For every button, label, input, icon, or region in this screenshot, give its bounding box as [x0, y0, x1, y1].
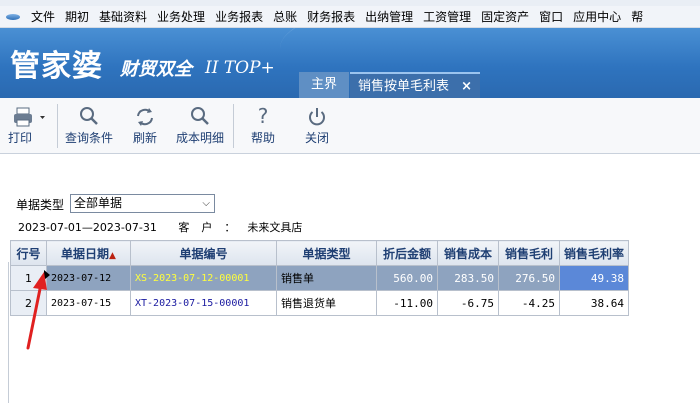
app-logo-icon: [6, 12, 22, 22]
col-header-date[interactable]: 单据日期▲: [46, 240, 131, 266]
print-button[interactable]: 打印: [4, 104, 52, 150]
query-label: 查询条件: [64, 131, 113, 145]
menu-file[interactable]: 文件: [26, 6, 60, 28]
menu-initial[interactable]: 期初: [60, 6, 94, 28]
brand-version: II TOP+: [205, 58, 275, 78]
cell-rate[interactable]: 49.38: [558, 265, 630, 291]
cell-type[interactable]: 销售退货单: [276, 290, 377, 316]
cell-date[interactable]: 2023-07-12: [46, 265, 131, 291]
cell-code[interactable]: XT-2023-07-15-00001: [130, 290, 277, 316]
tab-home[interactable]: 主界面: [299, 72, 349, 98]
table-row[interactable]: 1 2023-07-12 XS-2023-07-12-00001 销售单 560…: [10, 265, 630, 291]
cell-cost[interactable]: 283.50: [437, 265, 499, 291]
help-label: 帮助: [250, 131, 275, 145]
customer-label: 客户：: [178, 221, 248, 234]
cell-amount[interactable]: 560.00: [376, 265, 438, 291]
menu-business-report[interactable]: 业务报表: [210, 6, 268, 28]
menu-business[interactable]: 业务处理: [152, 6, 210, 28]
grid-left-border: [8, 262, 9, 403]
cell-profit[interactable]: 276.50: [498, 265, 560, 291]
col-header-code[interactable]: 单据编号: [130, 240, 277, 266]
cell-code[interactable]: XS-2023-07-12-00001: [130, 265, 277, 291]
menu-basic-data[interactable]: 基础资料: [94, 6, 152, 28]
report-info-line: 2023-07-01—2023-07-31 客户：未来文具店: [18, 219, 302, 235]
tab-sales-margin-report[interactable]: 销售按单毛利表 ×: [350, 72, 480, 98]
refresh-icon: [137, 108, 153, 126]
sort-asc-icon: ▲: [109, 250, 116, 261]
tab-close-icon[interactable]: ×: [461, 74, 472, 98]
col-header-amount[interactable]: 折后金额: [376, 240, 438, 266]
menubar: 文件 期初 基础资料 业务处理 业务报表 总账 财务报表 出纳管理 工资管理 固…: [0, 6, 700, 28]
cell-rate[interactable]: 38.64: [558, 290, 630, 316]
customer-name: 未来文具店: [247, 221, 303, 234]
col-header-type[interactable]: 单据类型: [276, 240, 377, 266]
tab-active-label: 销售按单毛利表: [358, 79, 450, 94]
cost-detail-button[interactable]: 成本明细: [172, 104, 228, 150]
doc-type-value: 全部单据: [74, 196, 123, 210]
col-header-cost[interactable]: 销售成本: [437, 240, 499, 266]
col-header-rate[interactable]: 销售毛利率: [558, 240, 630, 266]
close-label: 关闭: [304, 131, 329, 145]
cell-date[interactable]: 2023-07-15: [46, 290, 131, 316]
menu-window[interactable]: 窗口: [534, 6, 568, 28]
magnifier-detail-icon: [191, 107, 209, 125]
tab-home-label: 主界面: [310, 77, 337, 92]
toolbar: 打印 查询条件 刷新 成本明细 ? 帮助 关闭: [0, 98, 700, 154]
date-range: 2023-07-01—2023-07-31: [18, 221, 157, 234]
col-header-profit[interactable]: 销售毛利: [498, 240, 560, 266]
question-icon: ?: [258, 104, 269, 128]
cell-amount[interactable]: -11.00: [376, 290, 438, 316]
power-icon: [309, 108, 325, 126]
doc-type-label: 单据类型: [16, 198, 65, 212]
query-button[interactable]: 查询条件: [62, 104, 116, 150]
print-label: 打印: [8, 131, 33, 145]
magnifier-icon: [80, 107, 98, 125]
annotation-arrow-icon: [26, 272, 47, 350]
chevron-down-icon: ⌵: [202, 198, 210, 209]
help-button[interactable]: ? 帮助: [246, 104, 280, 150]
menu-ledger[interactable]: 总账: [268, 6, 302, 28]
menu-help[interactable]: 帮: [626, 6, 648, 28]
col-header-rownum[interactable]: 行号: [10, 240, 47, 266]
menu-fixed-assets[interactable]: 固定资产: [476, 6, 534, 28]
toolbar-separator: [57, 104, 58, 148]
refresh-label: 刷新: [132, 131, 157, 145]
cell-cost[interactable]: -6.75: [437, 290, 499, 316]
menu-payroll[interactable]: 工资管理: [418, 6, 476, 28]
cost-detail-label: 成本明细: [175, 131, 224, 145]
refresh-button[interactable]: 刷新: [126, 104, 164, 150]
report-grid: 行号 单据日期▲ 单据编号 单据类型 折后金额 销售成本 销售毛利 销售毛利率 …: [10, 240, 630, 316]
doc-type-select[interactable]: 全部单据 ⌵: [70, 194, 215, 213]
close-button[interactable]: 关闭: [300, 104, 334, 150]
table-row[interactable]: 2 2023-07-15 XT-2023-07-15-00001 销售退货单 -…: [10, 290, 630, 316]
printer-icon: [14, 107, 45, 127]
menu-cashier[interactable]: 出纳管理: [360, 6, 418, 28]
brand-subtitle: 财贸双全: [120, 59, 192, 80]
svg-text:?: ?: [258, 104, 269, 128]
cell-profit[interactable]: -4.25: [498, 290, 560, 316]
brand-logo: 管家婆: [10, 49, 103, 84]
menu-finance-report[interactable]: 财务报表: [302, 6, 360, 28]
app-banner: 管家婆 财贸双全 II TOP+ 主界面 销售按单毛利表 ×: [0, 28, 700, 98]
grid-header-row: 行号 单据日期▲ 单据编号 单据类型 折后金额 销售成本 销售毛利 销售毛利率: [10, 240, 630, 266]
cell-type[interactable]: 销售单: [276, 265, 377, 291]
toolbar-separator: [233, 104, 234, 148]
menu-app-center[interactable]: 应用中心: [568, 6, 626, 28]
